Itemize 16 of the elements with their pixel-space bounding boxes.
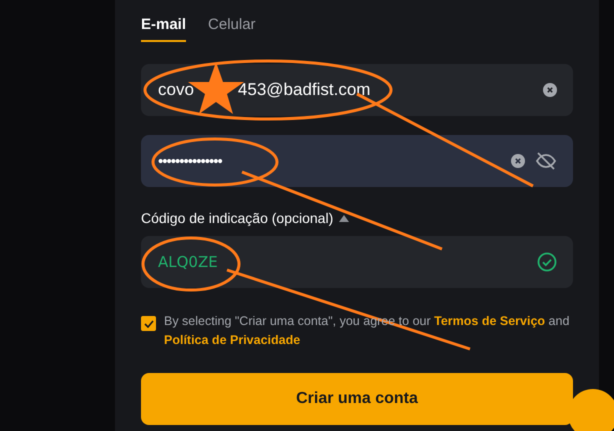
floating-button[interactable] bbox=[568, 389, 614, 431]
email-field[interactable]: covo 453@badfist.com bbox=[141, 64, 573, 116]
caret-icon[interactable] bbox=[339, 214, 350, 222]
clear-icon[interactable] bbox=[511, 154, 525, 168]
privacy-link[interactable]: Política de Privacidade bbox=[164, 333, 300, 347]
clear-icon[interactable] bbox=[543, 83, 557, 97]
referral-field[interactable]: ALQ0ZE bbox=[141, 236, 573, 288]
eye-off-icon[interactable] bbox=[535, 151, 557, 171]
referral-label[interactable]: Código de indicação (opcional) bbox=[141, 210, 334, 226]
tab[interactable]: Celular bbox=[208, 14, 256, 42]
tab[interactable]: E-mail bbox=[141, 14, 186, 42]
create-account-button[interactable]: Criar uma conta bbox=[141, 373, 573, 425]
checkbox[interactable] bbox=[141, 316, 156, 331]
password-field[interactable]: ••••••••••••••• bbox=[141, 135, 573, 187]
check-icon bbox=[144, 320, 154, 328]
terms-link[interactable]: Termos de Serviço bbox=[434, 314, 546, 328]
